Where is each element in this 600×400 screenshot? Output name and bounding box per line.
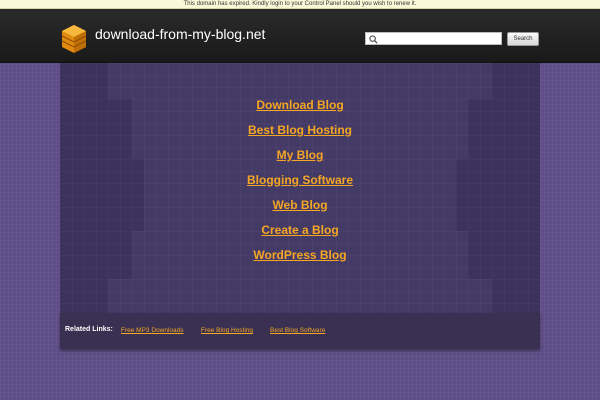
list-item: Web Blog — [60, 196, 540, 221]
link-my-blog[interactable]: My Blog — [277, 148, 324, 162]
search-box[interactable] — [365, 32, 502, 45]
list-item: Download Blog — [60, 96, 540, 121]
link-create-a-blog[interactable]: Create a Blog — [261, 223, 338, 237]
site-header: download-from-my-blog.net Search — [0, 9, 600, 63]
link-wordpress-blog[interactable]: WordPress Blog — [253, 248, 346, 262]
related-links-title: Related Links: — [65, 326, 113, 333]
domain-expired-notice: This domain has expired. Kindly login to… — [0, 0, 600, 9]
list-item: Best Blog Hosting — [60, 121, 540, 146]
list-item: WordPress Blog — [60, 246, 540, 271]
stacked-cubes-icon — [61, 25, 87, 53]
related-links-bar: Related Links: Free MP3 Downloads Free B… — [60, 313, 540, 349]
link-best-blog-hosting[interactable]: Best Blog Hosting — [248, 123, 352, 137]
site-name[interactable]: download-from-my-blog.net — [95, 26, 265, 42]
main-links-list: Download Blog Best Blog Hosting My Blog … — [60, 96, 540, 271]
search-input[interactable] — [380, 33, 500, 44]
link-blogging-software[interactable]: Blogging Software — [247, 173, 353, 187]
related-link-best-blog-software[interactable]: Best Blog Software — [270, 327, 325, 334]
link-download-blog[interactable]: Download Blog — [256, 98, 343, 112]
main-links-panel: Download Blog Best Blog Hosting My Blog … — [60, 63, 540, 313]
related-link-free-blog-hosting[interactable]: Free Blog Hosting — [201, 327, 253, 334]
search-button[interactable]: Search — [507, 32, 539, 46]
list-item: Create a Blog — [60, 221, 540, 246]
link-web-blog[interactable]: Web Blog — [272, 198, 327, 212]
list-item: My Blog — [60, 146, 540, 171]
list-item: Blogging Software — [60, 171, 540, 196]
search-icon — [369, 35, 378, 44]
related-link-free-mp3-downloads[interactable]: Free MP3 Downloads — [121, 327, 184, 334]
